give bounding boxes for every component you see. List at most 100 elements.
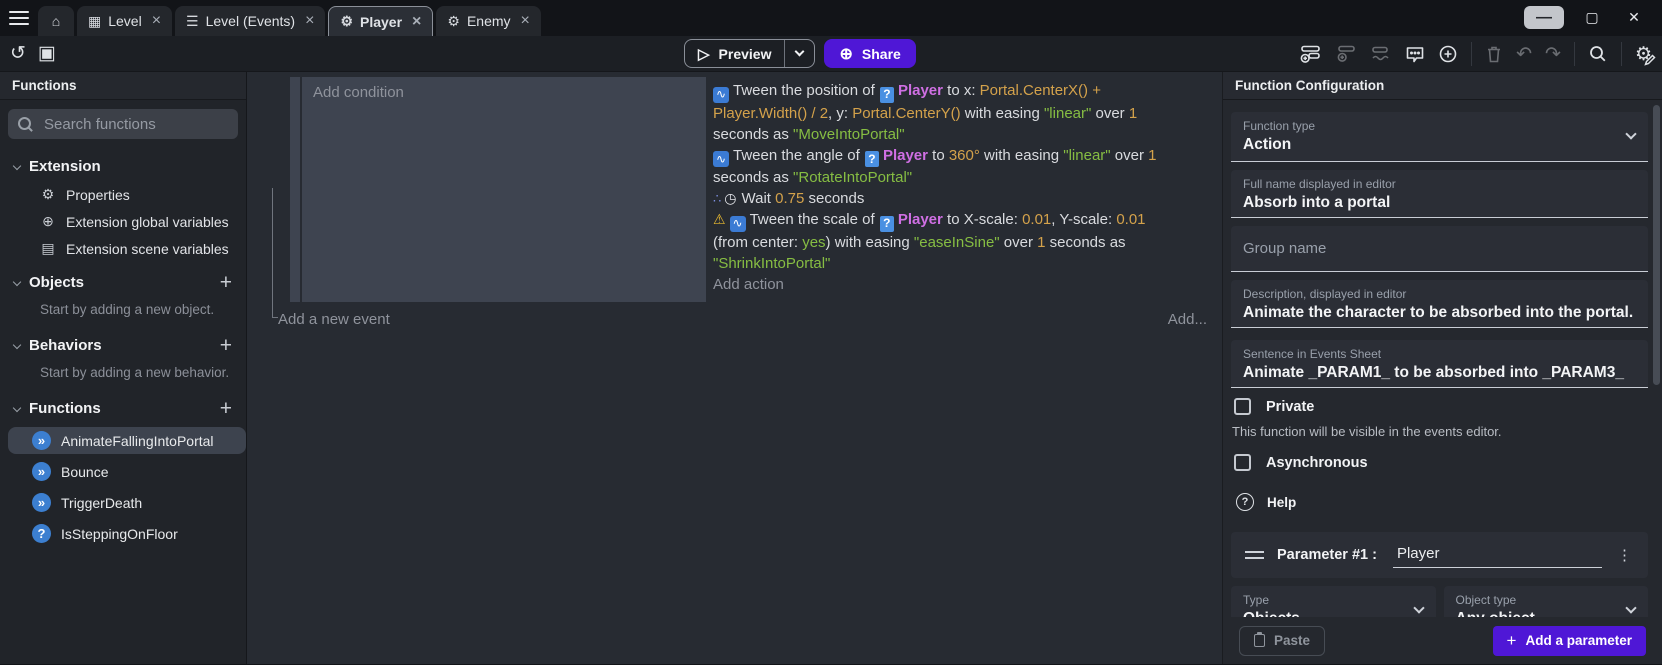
close-window-icon: ✕ xyxy=(1628,9,1640,26)
search-box[interactable] xyxy=(8,109,238,139)
tab-player[interactable]: ⚙ Player × xyxy=(328,6,433,36)
toolbar-center: ▷ Preview ⊕ Share xyxy=(684,39,916,68)
scrollbar-thumb[interactable] xyxy=(1653,105,1660,385)
toolbar-left: ↺ ▣ xyxy=(0,44,56,63)
private-checkbox[interactable] xyxy=(1234,398,1251,415)
close-icon[interactable]: × xyxy=(152,12,161,30)
conditions-column[interactable]: Add condition xyxy=(302,77,706,302)
minimize-button[interactable]: — xyxy=(1524,6,1564,29)
toolbar-divider xyxy=(1574,42,1575,66)
comment-icon[interactable] xyxy=(1405,45,1425,64)
preview-label: Preview xyxy=(719,46,772,62)
add-condition-button[interactable]: Add condition xyxy=(313,84,404,101)
tab-enemy[interactable]: ⚙ Enemy × xyxy=(436,6,540,36)
function-item-bounce[interactable]: » Bounce xyxy=(8,458,246,485)
paste-button[interactable]: Paste xyxy=(1239,626,1325,656)
add-more-button[interactable]: Add... xyxy=(1168,311,1207,328)
search-icon[interactable] xyxy=(1588,44,1608,64)
add-new-event-button[interactable]: Add a new event xyxy=(278,311,390,328)
redo-icon[interactable]: ↷ xyxy=(1545,45,1561,64)
action-text-segment: (from center: xyxy=(713,234,802,251)
full-name-field[interactable]: Full name displayed in editor Absorb int… xyxy=(1231,170,1648,218)
trash-icon[interactable] xyxy=(1485,44,1503,64)
section-behaviors[interactable]: Behaviors + xyxy=(0,329,246,362)
main-area: Functions Extension ⚙ Properties ⊕ Exten… xyxy=(0,72,1662,664)
asynchronous-label: Asynchronous xyxy=(1266,455,1368,471)
action-text-segment: to x: xyxy=(943,82,980,99)
undo-icon[interactable]: ↶ xyxy=(1516,45,1532,64)
close-icon[interactable]: × xyxy=(305,12,314,30)
action-text-segment: Player xyxy=(898,82,943,99)
behaviors-empty-message: Start by adding a new behavior. xyxy=(0,362,246,388)
close-icon[interactable]: × xyxy=(521,12,530,30)
function-item-triggerdeath[interactable]: » TriggerDeath xyxy=(8,489,246,516)
add-circle-icon[interactable] xyxy=(1438,44,1458,64)
tab-label: Level xyxy=(108,13,141,29)
preview-dropdown-button[interactable] xyxy=(784,40,814,67)
add-behavior-button[interactable]: + xyxy=(220,335,232,356)
history-icon[interactable]: ↺ xyxy=(10,44,26,63)
add-object-button[interactable]: + xyxy=(220,272,232,293)
item-label: Extension global variables xyxy=(66,214,229,230)
tween-icon: ∿ xyxy=(730,216,746,232)
action-text-segment: "RotateIntoPortal" xyxy=(793,169,912,186)
action-row[interactable]: ∿Tween the position of ?Player to x: Por… xyxy=(713,80,1176,145)
add-function-button[interactable]: + xyxy=(220,398,232,419)
add-parameter-button[interactable]: + Add a parameter xyxy=(1493,626,1646,656)
hamburger-menu-button[interactable] xyxy=(0,0,38,36)
group-name-field[interactable]: Group name xyxy=(1231,226,1648,272)
asynchronous-checkbox[interactable] xyxy=(1234,454,1251,471)
action-text-segment: , Y-scale: xyxy=(1051,211,1116,228)
drag-handle-icon[interactable] xyxy=(1245,551,1264,559)
warning-icon: ⚠ xyxy=(713,209,726,230)
sentence-field[interactable]: Sentence in Events Sheet Animate _PARAM1… xyxy=(1231,340,1648,388)
private-help-text: This function will be visible in the eve… xyxy=(1232,424,1648,439)
parameter-name-input[interactable]: Player xyxy=(1393,543,1602,568)
tab-level-events[interactable]: ☰ Level (Events) × xyxy=(175,6,325,36)
section-objects[interactable]: Objects + xyxy=(0,266,246,299)
play-icon: ▷ xyxy=(698,45,710,63)
action-text-segment: seconds as xyxy=(1045,234,1125,251)
tab-home[interactable]: ⌂ xyxy=(38,6,74,36)
tab-level[interactable]: ▦ Level × xyxy=(77,6,172,36)
add-other-event-icon[interactable] xyxy=(1370,44,1392,64)
action-row[interactable]: ∴◷Wait 0.75 seconds xyxy=(713,188,1176,209)
tab-label: Level (Events) xyxy=(206,13,295,29)
maximize-button[interactable]: ▢ xyxy=(1578,6,1606,29)
kebab-menu-icon[interactable]: ⋮ xyxy=(1615,546,1634,564)
sidebar-item-properties[interactable]: ⚙ Properties xyxy=(0,181,246,208)
function-type-select[interactable]: Function type Action xyxy=(1231,112,1648,162)
add-event-icon[interactable] xyxy=(1300,44,1322,64)
section-extension[interactable]: Extension xyxy=(0,152,246,181)
asynchronous-checkbox-row: Asynchronous xyxy=(1234,454,1648,471)
section-label: Behaviors xyxy=(29,337,211,354)
help-button[interactable]: ? Help xyxy=(1236,493,1648,511)
sidebar-title: Functions xyxy=(0,72,246,100)
private-label: Private xyxy=(1266,399,1314,415)
share-button[interactable]: ⊕ Share xyxy=(824,39,915,68)
section-functions[interactable]: Functions + xyxy=(0,392,246,425)
description-field[interactable]: Description, displayed in editor Animate… xyxy=(1231,280,1648,328)
close-icon[interactable]: × xyxy=(412,13,421,31)
add-action-button[interactable]: Add action xyxy=(713,274,1176,295)
action-text-segment: , y: xyxy=(828,105,852,122)
close-window-button[interactable]: ✕ xyxy=(1620,6,1648,29)
edit-extension-icon[interactable]: ⚙ xyxy=(1635,45,1652,64)
action-row[interactable]: ∿Tween the angle of ?Player to 360° with… xyxy=(713,145,1176,189)
type-select[interactable]: Type Objects xyxy=(1231,586,1436,617)
action-text-segment: "linear" xyxy=(1044,105,1091,122)
event-block[interactable]: Add condition ∿Tween the position of ?Pl… xyxy=(290,77,1222,302)
sidebar-item-extension-scene-variables[interactable]: ▤ Extension scene variables xyxy=(0,235,246,262)
action-text-segment: Player xyxy=(898,211,943,228)
sidebar-item-extension-global-variables[interactable]: ⊕ Extension global variables xyxy=(0,208,246,235)
function-item-issteppingonfloor[interactable]: ? IsSteppingOnFloor xyxy=(8,520,246,547)
action-text-segment: 1 xyxy=(1148,147,1156,164)
action-row[interactable]: ⚠∿Tween the scale of ?Player to X-scale:… xyxy=(713,209,1176,274)
preview-button[interactable]: ▷ Preview xyxy=(684,39,815,68)
save-icon[interactable]: ▣ xyxy=(38,44,56,63)
event-drag-strip[interactable] xyxy=(290,77,300,302)
function-item-animatefallingintoportal[interactable]: » AnimateFallingIntoPortal xyxy=(8,427,246,454)
add-subevent-icon[interactable] xyxy=(1335,44,1357,64)
search-functions-input[interactable] xyxy=(42,115,212,134)
object-type-select[interactable]: Object type Any object xyxy=(1444,586,1649,617)
